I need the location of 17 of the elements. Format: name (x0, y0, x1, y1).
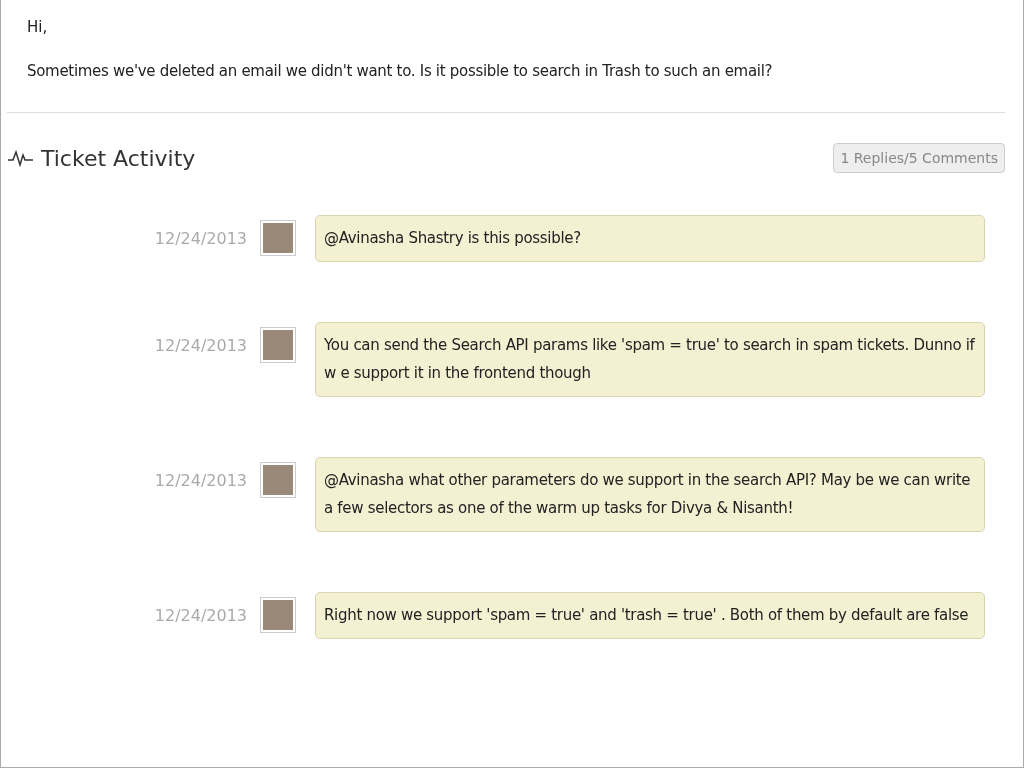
avatar-photo-placeholder (261, 221, 295, 255)
avatar-photo-placeholder (261, 463, 295, 497)
comment-date: 12/24/2013 (153, 605, 247, 625)
section-title: Ticket Activity (41, 145, 196, 171)
comment-bubble: Right now we support 'spam = true' and 'trash = true' . Both of them by default are false (315, 592, 985, 639)
comment-date: 12/24/2013 (153, 228, 247, 248)
comment-date: 12/24/2013 (153, 470, 247, 490)
comment-date: 12/24/2013 (153, 335, 247, 355)
counts-button[interactable]: 1 Replies/5 Comments (833, 143, 1005, 173)
description-text: Sometimes we've deleted an email we didn't want to. Is it possible to search in Trash to such an email? (27, 62, 774, 80)
activity-pulse-icon (7, 149, 35, 167)
comment-bubble: You can send the Search API params like 'spam = true' to search in spam tickets. Dunno if w e support it in the frontend though (315, 322, 985, 397)
greeting-text: Hi, (27, 18, 49, 36)
avatar-photo-placeholder (261, 328, 295, 362)
comment-bubble: @Avinasha Shastry is this possible? (315, 215, 985, 262)
comment-bubble: @Avinasha what other parameters do we support in the search API? May be we can write a few selectors as one of the warm up tasks for Divya & Nisanth! (315, 457, 985, 532)
avatar-photo-placeholder (261, 598, 295, 632)
